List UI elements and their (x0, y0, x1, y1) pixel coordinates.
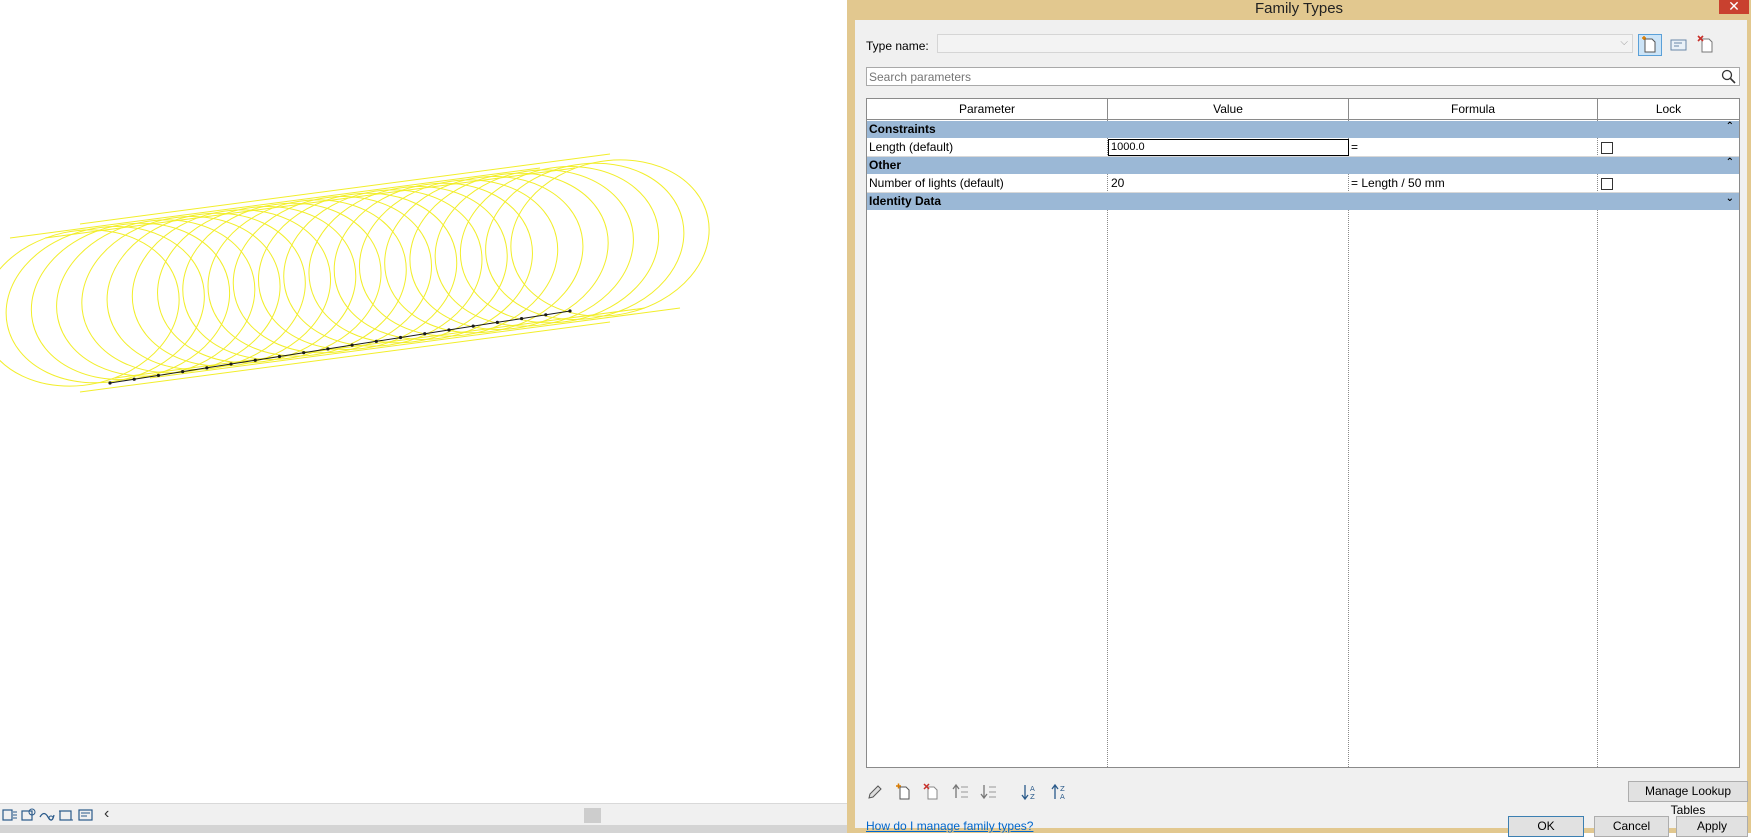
collapse-icon[interactable]: ⌃ (1726, 157, 1734, 168)
cylinder-edge-line (79, 153, 611, 225)
chevron-down-icon: ⌵ (1620, 37, 1628, 48)
dialog-client-area: Type name: ⌵ Search parameters Parameter… (855, 20, 1748, 837)
light-point[interactable] (229, 362, 233, 366)
column-header-lock[interactable]: Lock (1598, 99, 1739, 120)
visual-style-icon[interactable] (39, 807, 55, 823)
svg-text:A: A (1030, 785, 1035, 793)
group-label: Other (869, 158, 902, 172)
group-label: Constraints (869, 122, 936, 136)
formula-cell[interactable]: = (1351, 138, 1358, 156)
light-point[interactable] (132, 377, 136, 381)
family-types-dialog: Family Types ✕ Type name: ⌵ Search param… (847, 0, 1751, 837)
value-input[interactable]: 1000.0 (1108, 139, 1349, 156)
light-point[interactable] (277, 354, 282, 359)
temporary-hide-icon[interactable] (78, 807, 94, 823)
light-point[interactable] (350, 343, 354, 347)
parameter-row-length[interactable]: Length (default) 1000.0 = (867, 138, 1739, 157)
light-point[interactable] (302, 351, 306, 355)
wireframe-cylinder-model[interactable] (0, 0, 847, 803)
value-cell[interactable]: 20 (1111, 174, 1124, 192)
rename-type-icon (1670, 39, 1687, 51)
delete-parameter-icon[interactable] (923, 783, 941, 801)
column-header-parameter[interactable]: Parameter (867, 99, 1108, 120)
manage-lookup-tables-button[interactable]: Manage Lookup Tables (1628, 781, 1748, 817)
type-name-label: Type name: (866, 39, 929, 53)
rename-type-button[interactable] (1667, 34, 1691, 56)
search-icon[interactable] (1721, 69, 1736, 84)
parameter-name: Length (default) (869, 140, 954, 154)
light-point[interactable] (423, 332, 427, 336)
group-header-other[interactable]: Other ⌃ (867, 157, 1739, 174)
new-type-icon (1642, 36, 1656, 53)
new-parameter-icon[interactable] (895, 783, 913, 801)
svg-text:Z: Z (1060, 785, 1065, 793)
group-header-identity-data[interactable]: Identity Data ⌄ (867, 193, 1739, 210)
light-point[interactable] (253, 358, 257, 362)
delete-type-button[interactable] (1695, 34, 1719, 56)
column-header-formula[interactable]: Formula (1349, 99, 1598, 120)
light-point[interactable] (326, 347, 330, 351)
parameter-row-number-of-lights[interactable]: Number of lights (default) 20 = Length /… (867, 174, 1739, 193)
lock-checkbox[interactable] (1601, 142, 1613, 154)
crop-view-icon[interactable] (58, 807, 74, 823)
value-text: 1000.0 (1111, 141, 1145, 153)
search-parameters-box[interactable] (866, 67, 1740, 86)
cylinder-edge-line (79, 321, 611, 393)
light-point[interactable] (398, 335, 403, 340)
move-up-icon[interactable] (952, 783, 970, 801)
close-button[interactable]: ✕ (1719, 0, 1749, 14)
group-header-constraints[interactable]: Constraints ⌃ (867, 121, 1739, 138)
light-point[interactable] (471, 324, 475, 328)
type-name-dropdown[interactable]: ⌵ (937, 34, 1633, 53)
search-input[interactable] (869, 69, 1709, 84)
light-point[interactable] (108, 381, 112, 385)
scroll-left-arrow-icon[interactable]: ‹ (104, 804, 109, 824)
delete-type-icon (1697, 35, 1713, 53)
new-type-button[interactable] (1638, 34, 1662, 56)
ok-button[interactable]: OK (1508, 816, 1584, 837)
light-point[interactable] (156, 373, 161, 378)
light-point[interactable] (568, 309, 572, 313)
edit-parameter-icon[interactable] (866, 783, 884, 801)
light-point[interactable] (374, 339, 378, 343)
horizontal-scroll-thumb[interactable] (584, 808, 601, 823)
move-down-icon[interactable] (980, 783, 998, 801)
svg-text:Z: Z (1030, 793, 1035, 801)
dialog-title: Family Types (1254, 0, 1344, 17)
light-point[interactable] (205, 366, 209, 370)
cylinder-edge-line (44, 167, 576, 239)
expand-icon[interactable]: ⌄ (1726, 193, 1734, 204)
column-header-value[interactable]: Value (1108, 99, 1349, 120)
help-link[interactable]: How do I manage family types? (866, 819, 1033, 833)
group-label: Identity Data (869, 194, 942, 208)
scale-icon[interactable] (2, 807, 18, 823)
formula-cell[interactable]: = Length / 50 mm (1351, 174, 1445, 192)
view-control-bar: ‹ (0, 803, 847, 826)
apply-button[interactable]: Apply (1676, 816, 1748, 837)
path-line[interactable] (109, 310, 571, 384)
light-point[interactable] (447, 328, 451, 332)
model-viewport[interactable]: ‹ (0, 0, 847, 833)
cancel-button[interactable]: Cancel (1594, 816, 1669, 837)
detail-level-icon[interactable] (20, 807, 36, 823)
light-point[interactable] (544, 313, 548, 317)
light-point[interactable] (495, 320, 499, 324)
sort-descending-icon[interactable]: Z A (1051, 783, 1069, 801)
parameters-grid[interactable]: Parameter Value Formula Lock Constraints… (866, 98, 1740, 768)
svg-text:A: A (1060, 793, 1065, 801)
bottom-strip (0, 825, 847, 833)
light-point[interactable] (181, 370, 185, 374)
light-point[interactable] (519, 316, 524, 321)
lock-checkbox[interactable] (1601, 178, 1613, 190)
dialog-title-bar[interactable]: Family Types ✕ (847, 0, 1751, 20)
collapse-icon[interactable]: ⌃ (1726, 121, 1734, 132)
parameter-name: Number of lights (default) (869, 176, 1004, 190)
sort-ascending-icon[interactable]: A Z (1021, 783, 1039, 801)
cylinder-edge-line (114, 307, 646, 379)
